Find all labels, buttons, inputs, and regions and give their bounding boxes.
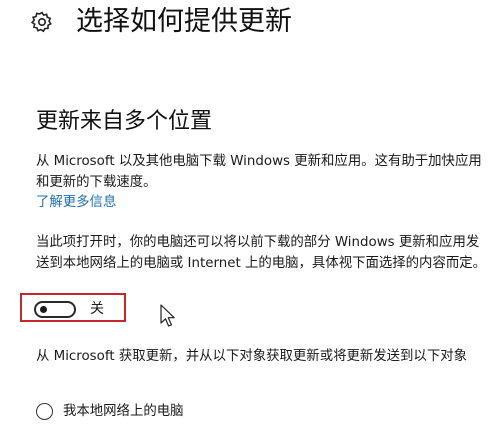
delivery-toggle-switch[interactable] bbox=[34, 301, 76, 318]
toggle-state-label: 关 bbox=[90, 301, 104, 317]
section-heading: 更新来自多个位置 bbox=[36, 109, 213, 134]
delivery-description: 从 Microsoft 以及其他电脑下载 Windows 更新和应用。这有助于加… bbox=[36, 154, 482, 190]
learn-more-link[interactable]: 了解更多信息 bbox=[36, 192, 116, 213]
local-network-radio-label: 我本地网络上的电脑 bbox=[63, 404, 184, 419]
sources-description: 从 Microsoft 获取更新，并从以下对象获取更新或将更新发送到以下对象 bbox=[36, 349, 467, 364]
mouse-cursor-icon bbox=[160, 304, 175, 327]
page-title: 选择如何提供更新 bbox=[76, 6, 292, 37]
toggle-knob bbox=[40, 306, 47, 313]
gear-icon bbox=[30, 11, 52, 33]
sharing-note: 当此项打开时，你的电脑还可以将以前下载的部分 Windows 更新和应用发送到本… bbox=[36, 235, 487, 271]
local-network-radio[interactable] bbox=[36, 403, 53, 420]
